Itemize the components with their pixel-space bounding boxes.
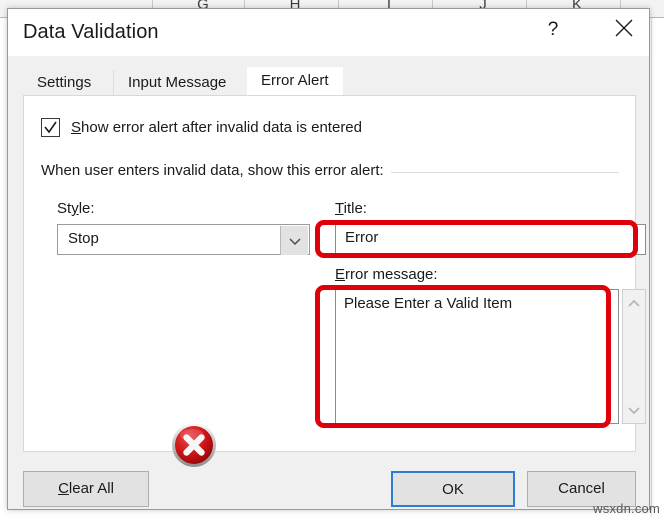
style-dropdown-button[interactable] xyxy=(280,226,308,255)
accesskey-letter: C xyxy=(58,480,69,497)
close-button[interactable] xyxy=(604,18,644,48)
accesskey-letter: S xyxy=(71,119,82,136)
show-error-alert-label: Show error alert after invalid data is e… xyxy=(71,119,362,136)
stop-error-icon xyxy=(170,421,218,469)
watermark: wsxdn.com xyxy=(593,501,660,516)
tab-error-alert[interactable]: Error Alert xyxy=(247,67,343,95)
stop-error-icon-graphic xyxy=(172,423,216,467)
label-rest: lear All xyxy=(68,480,114,497)
scroll-down-button[interactable] xyxy=(623,399,645,421)
tab-settings[interactable]: Settings xyxy=(23,70,106,95)
label-after: le: xyxy=(78,200,95,217)
data-validation-dialog: Data Validation ? Settings Input Message… xyxy=(7,8,650,510)
scroll-up-button[interactable] xyxy=(623,292,645,314)
screenshot-root: G H I J K L M Data Validation ? xyxy=(0,0,664,517)
error-message-input[interactable]: Please Enter a Valid Item xyxy=(335,289,619,424)
svg-text:?: ? xyxy=(548,19,559,40)
checkmark-icon xyxy=(44,121,57,134)
question-mark-icon: ? xyxy=(548,19,559,40)
label-rest: itle: xyxy=(343,200,367,217)
show-error-alert-checkbox-row[interactable]: Show error alert after invalid data is e… xyxy=(41,118,362,137)
chevron-up-icon xyxy=(628,299,640,307)
chevron-down-icon xyxy=(288,237,301,245)
clear-all-button[interactable]: Clear All xyxy=(23,471,149,507)
style-label: Style: xyxy=(57,200,95,217)
style-selected-value: Stop xyxy=(68,230,99,247)
dialog-tabstrip: Settings Input Message Error Alert xyxy=(8,56,649,95)
show-error-alert-checkbox[interactable] xyxy=(41,118,60,137)
dialog-titlebar: Data Validation ? xyxy=(8,9,649,56)
label-rest: rror message: xyxy=(345,266,438,283)
ok-button[interactable]: OK xyxy=(391,471,515,507)
accesskey-letter: y xyxy=(71,200,79,217)
dialog-title: Data Validation xyxy=(23,21,159,43)
tab-input-message[interactable]: Input Message xyxy=(113,70,241,95)
error-alert-panel: Show error alert after invalid data is e… xyxy=(23,95,646,467)
accesskey-letter: T xyxy=(335,200,344,217)
error-message-label: Error message: xyxy=(335,266,438,283)
group-label: When user enters invalid data, show this… xyxy=(41,162,391,179)
style-dropdown[interactable]: Stop xyxy=(57,224,310,255)
label-rest: how error alert after invalid data is en… xyxy=(81,119,362,136)
chevron-down-icon xyxy=(628,406,640,414)
label-before: St xyxy=(57,200,72,217)
error-message-area: Please Enter a Valid Item xyxy=(335,289,646,424)
help-button[interactable]: ? xyxy=(533,18,573,48)
error-message-scrollbar[interactable] xyxy=(622,289,646,424)
title-input[interactable]: Error xyxy=(335,224,646,255)
excel-gridline xyxy=(651,18,652,517)
close-icon xyxy=(615,19,633,37)
title-label: Title: xyxy=(335,200,367,217)
accesskey-letter: E xyxy=(335,266,346,283)
